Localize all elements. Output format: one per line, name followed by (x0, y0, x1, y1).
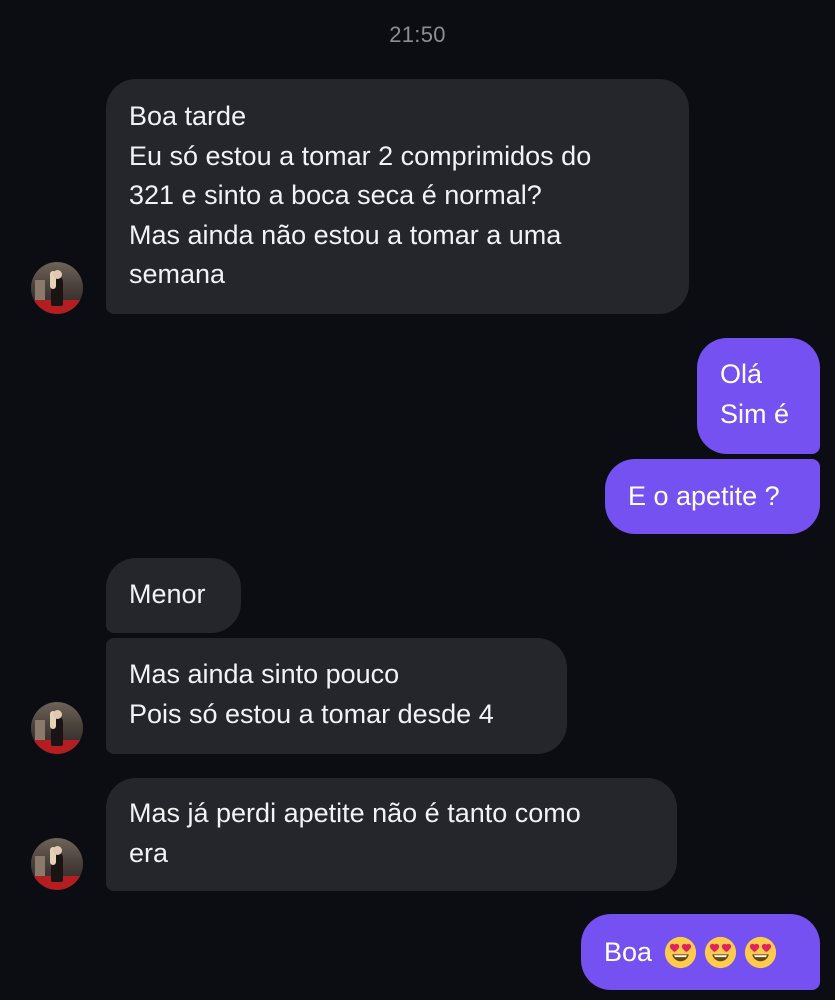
outgoing-message[interactable]: E o apetite ? (605, 459, 820, 534)
message-line: semana (129, 259, 226, 289)
message-line: era (129, 837, 169, 868)
avatar-detail (35, 280, 45, 300)
incoming-message[interactable]: Menor (106, 558, 241, 633)
message-line: Boa tarde (129, 101, 247, 131)
message-line: 321 e sinto a boca seca é normal? (129, 180, 542, 210)
message-line: Mas ainda não estou a tomar a uma (129, 219, 562, 250)
message-line: E o apetite ? (628, 481, 780, 511)
avatar-detail (35, 720, 45, 740)
incoming-message[interactable]: Boa tarde Eu só estou a tomar 2 comprimi… (106, 79, 689, 314)
outgoing-message[interactable]: Olá Sim é (697, 338, 820, 454)
avatar-detail (53, 270, 62, 279)
message-line: Olá (720, 359, 763, 389)
contact-avatar[interactable] (31, 262, 83, 314)
avatar-detail (35, 856, 45, 876)
message-line: Eu só estou a tomar 2 comprimidos do (129, 140, 592, 171)
emoji-group (664, 936, 777, 969)
message-line: Sim é (720, 398, 790, 429)
heart-eyes-emoji-icon (704, 937, 737, 969)
avatar-detail (53, 710, 62, 719)
message-text: Boa (604, 937, 653, 968)
contact-avatar[interactable] (31, 702, 83, 754)
message-line: Pois só estou a tomar desde 4 (129, 698, 494, 729)
message-line: Mas já perdi apetite não é tanto como (129, 798, 581, 828)
incoming-message[interactable]: Mas já perdi apetite não é tanto como er… (106, 778, 677, 891)
outgoing-message[interactable]: Boa (581, 914, 820, 990)
message-line: Menor (129, 579, 206, 609)
message-line: Mas ainda sinto pouco (129, 659, 400, 689)
incoming-message[interactable]: Mas ainda sinto pouco Pois só estou a to… (106, 638, 567, 754)
heart-eyes-emoji-icon (664, 937, 697, 969)
message-timestamp: 21:50 (389, 22, 446, 47)
chat-screen: 21:50 Boa tarde Eu só estou a tomar 2 co… (0, 0, 835, 1000)
contact-avatar[interactable] (31, 838, 83, 890)
avatar-detail (53, 846, 62, 855)
heart-eyes-emoji-icon (744, 937, 777, 969)
